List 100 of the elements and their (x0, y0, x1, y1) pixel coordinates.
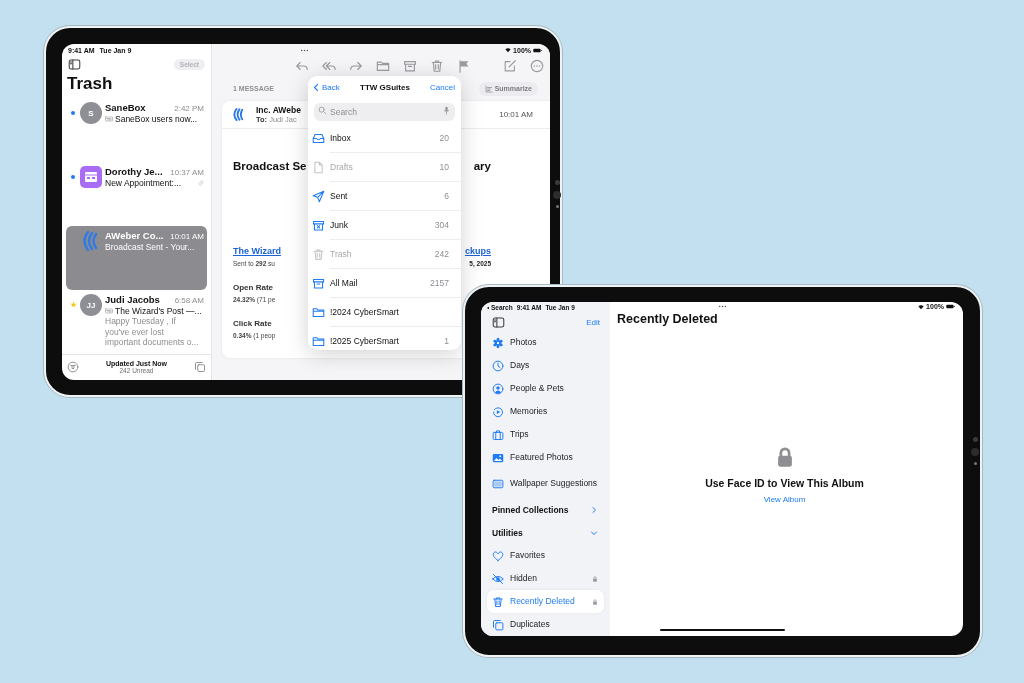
folder-name: All Mail (330, 278, 358, 288)
message-subject: Broadcast Sent - Your... (105, 242, 195, 252)
folder-count: 10 (439, 162, 449, 172)
message-preview: Happy Tuesday , If (105, 316, 177, 327)
sidebar-item[interactable]: Featured Photos (487, 446, 604, 469)
archive-box-icon (312, 277, 325, 290)
wifi-icon (918, 303, 925, 310)
stack-icon[interactable] (194, 360, 206, 373)
sidebar-item[interactable]: Wallpaper Suggestions (487, 469, 604, 498)
cancel-button[interactable]: Cancel (430, 82, 455, 92)
folder-count: 1 (444, 336, 449, 346)
duplicate-icon (492, 618, 504, 631)
trash-icon (492, 595, 504, 608)
folder-count: 242 (434, 249, 449, 259)
body-text: ary (473, 159, 491, 173)
chevron-left-icon (312, 82, 321, 92)
message-preview: important documents o... (105, 337, 200, 348)
popover-title: TTW GSuites (360, 82, 410, 92)
body-text: Broadcast Se (233, 159, 307, 173)
flag-icon[interactable] (457, 59, 471, 73)
sidebar-item[interactable]: People & Pets (487, 377, 604, 400)
sidebar-item[interactable]: Photos (487, 331, 604, 354)
folder-row[interactable]: All Mail 2157 (308, 269, 461, 298)
sidebar-item[interactable]: Hidden (487, 567, 604, 590)
message-row[interactable]: JJ Judi Jacobs 6:58 AM The Wizard's Post —... Happy Tuesday , If you've ever lost important documents o... (66, 290, 207, 354)
item-label: Favorites (510, 550, 546, 561)
folder-count: 2157 (430, 278, 449, 288)
item-label: Days (510, 360, 531, 371)
message-subject: The Wizard's Post —... (115, 306, 202, 316)
link[interactable]: The Wizard (233, 245, 281, 257)
reply-icon[interactable] (295, 59, 309, 73)
album-title: Recently Deleted (616, 311, 719, 327)
sender-name: Inc. AWebe (256, 105, 301, 115)
camera-drawing (971, 437, 979, 465)
back-triangle-icon[interactable] (486, 305, 490, 310)
compose-icon[interactable] (503, 59, 517, 73)
folder-name: !2024 CyberSmart (330, 307, 399, 317)
message-time: 10:01 AM (170, 232, 204, 241)
face-id-message: Use Face ID to View This Album (705, 477, 864, 489)
folder-name: Trash (330, 249, 352, 259)
wave-logo-icon (231, 107, 246, 122)
folder-row[interactable]: !2024 CyberSmart (308, 298, 461, 327)
display-icon (492, 477, 504, 490)
more-icon[interactable] (530, 59, 544, 73)
folder-name: Inbox (330, 133, 351, 143)
link[interactable]: ckups (465, 245, 491, 257)
sender-name: Dorothy Je... (105, 166, 163, 177)
sidebar-item[interactable]: Memories (487, 400, 604, 423)
reply-all-icon[interactable] (322, 59, 336, 73)
section-header[interactable]: Utilities (481, 521, 610, 544)
sidebar-icon[interactable] (492, 315, 505, 329)
item-label: Hidden (510, 573, 538, 584)
trash-icon[interactable] (430, 59, 444, 73)
folder-count: 304 (434, 220, 449, 230)
message-row[interactable]: Dorothy Je... 10:37 AM New Appointment:... (66, 162, 207, 226)
wifi-icon (505, 47, 512, 53)
sidebar-item[interactable]: Days (487, 354, 604, 377)
folder-count: 20 (439, 133, 449, 143)
folder-row[interactable]: Sent 6 (308, 182, 461, 211)
folder-row[interactable]: Junk 304 (308, 211, 461, 240)
sidebar-item[interactable]: Recently Deleted (487, 590, 604, 613)
view-album-link[interactable]: View Album (763, 495, 806, 504)
sender-name: SaneBox (105, 102, 146, 113)
item-label: People & Pets (510, 383, 565, 394)
item-label: Wallpaper Suggestions (510, 478, 598, 489)
forward-icon[interactable] (349, 59, 363, 73)
folder-row[interactable]: Inbox 20 (308, 124, 461, 153)
document-icon (312, 161, 325, 174)
eye-icon (492, 572, 504, 585)
sidebar-item[interactable]: Favorites (487, 544, 604, 567)
folder-icon[interactable] (376, 59, 390, 73)
calendar-avatar-icon (80, 166, 102, 188)
body-text: Click Rate (233, 318, 272, 329)
folder-count: 6 (444, 191, 449, 201)
memories-icon (492, 405, 504, 418)
sidebar-item[interactable]: Trips (487, 423, 604, 446)
folder-icon (312, 335, 325, 348)
item-label: Recently Deleted (510, 596, 576, 607)
filter-icon[interactable] (67, 360, 79, 373)
section-header[interactable]: Pinned Collections (481, 498, 610, 521)
archive-box-icon[interactable] (403, 59, 417, 73)
back-button[interactable]: Back (312, 82, 340, 92)
item-label: Trips (510, 429, 530, 440)
microphone-icon[interactable] (442, 105, 451, 115)
item-label: Memories (510, 406, 549, 417)
message-row[interactable]: S SaneBox 2:42 PM SaneBox users now... (66, 98, 207, 162)
folder-name: Junk (330, 220, 348, 230)
edit-button[interactable]: Edit (586, 317, 600, 327)
inbox-icon (312, 132, 325, 145)
sender-name: AWeber Co... (105, 230, 164, 241)
flower-icon (492, 336, 504, 349)
folder-row[interactable]: !2025 CyberSmart 1 (308, 327, 461, 350)
sidebar-icon[interactable] (68, 57, 81, 71)
item-label: Photos (510, 337, 538, 348)
sidebar-item[interactable]: Duplicates (487, 613, 604, 636)
item-label: Duplicates (510, 619, 551, 630)
search-field[interactable]: Search (314, 103, 455, 121)
message-time: 10:37 AM (170, 168, 204, 177)
camera-drawing (553, 180, 561, 208)
clock-icon (492, 359, 504, 372)
